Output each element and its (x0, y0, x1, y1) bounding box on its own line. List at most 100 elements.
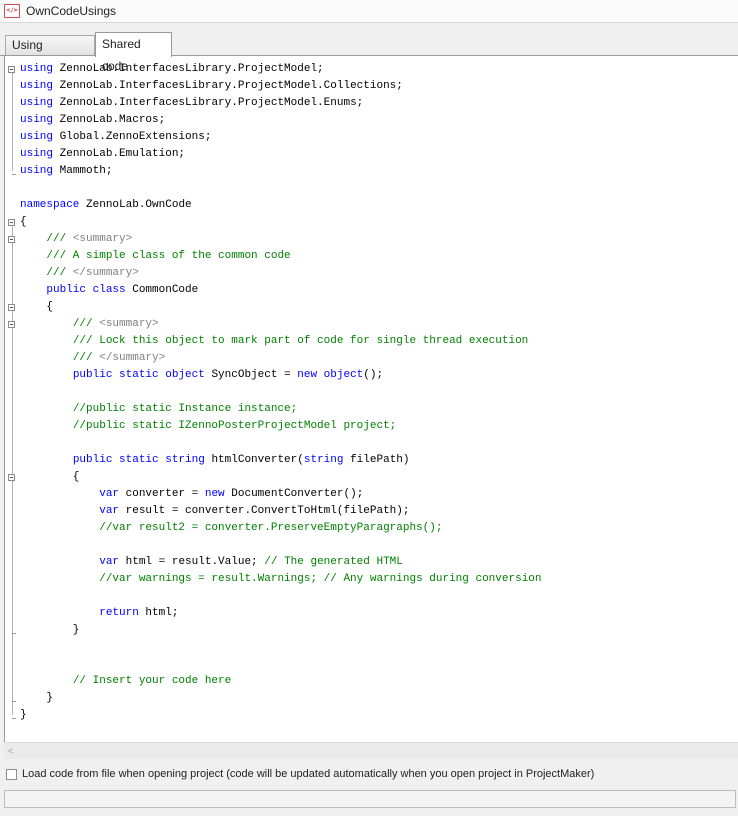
code-token: </summary> (72, 267, 139, 279)
fold-collapse-icon[interactable] (8, 236, 15, 243)
code-token: (); (363, 369, 384, 381)
code-line-text: } (20, 622, 80, 639)
code-line-text: using Global.ZennoExtensions; (20, 129, 211, 146)
code-line[interactable]: /// <summary> (5, 231, 738, 248)
load-from-file-option[interactable]: Load code from file when opening project… (6, 766, 594, 782)
code-line[interactable]: //public static Instance instance; (5, 401, 738, 418)
code-line[interactable]: namespace ZennoLab.OwnCode (5, 197, 738, 214)
code-line[interactable]: /// A simple class of the common code (5, 248, 738, 265)
code-line[interactable]: var converter = new DocumentConverter(); (5, 486, 738, 503)
code-token: public static object (72, 369, 205, 381)
code-token: ZennoLab.InterfacesLibrary.ProjectModel.… (53, 97, 364, 109)
code-token: } (20, 624, 80, 636)
code-token: result = converter.ConvertToHtml(filePat… (119, 505, 410, 517)
fold-collapse-icon[interactable] (8, 304, 15, 311)
code-token: /// (72, 318, 100, 330)
code-line[interactable] (5, 656, 738, 673)
code-line-text: //var warnings = result.Warnings; // Any… (20, 571, 541, 588)
code-line[interactable]: /// Lock this object to mark part of cod… (5, 333, 738, 350)
code-token: Global.ZennoExtensions; (53, 131, 212, 143)
code-line[interactable]: /// </summary> (5, 350, 738, 367)
code-token: using (20, 148, 54, 160)
code-line[interactable]: //var warnings = result.Warnings; // Any… (5, 571, 738, 588)
tab-using-directives[interactable]: Using directives (5, 35, 95, 71)
code-line[interactable]: using ZennoLab.Emulation; (5, 146, 738, 163)
code-line[interactable]: using Global.ZennoExtensions; (5, 129, 738, 146)
fold-collapse-icon[interactable] (8, 219, 15, 226)
fold-collapse-icon[interactable] (8, 474, 15, 481)
code-line[interactable]: return html; (5, 605, 738, 622)
code-token: { (20, 301, 54, 313)
code-line-text: return html; (20, 605, 178, 622)
fold-guide-line (12, 73, 13, 171)
code-token: html = result.Value; (119, 556, 265, 568)
code-line[interactable] (5, 384, 738, 401)
code-line[interactable]: { (5, 299, 738, 316)
code-token: /// (46, 233, 73, 245)
code-line-text: var html = result.Value; // The generate… (20, 554, 403, 571)
code-line[interactable]: var html = result.Value; // The generate… (5, 554, 738, 571)
code-line[interactable]: public static string htmlConverter(strin… (5, 452, 738, 469)
code-token: <summary> (72, 233, 133, 245)
code-editor[interactable]: using ZennoLab.InterfacesLibrary.Project… (4, 56, 738, 742)
code-line-text: /// <summary> (20, 231, 132, 248)
code-line[interactable]: using ZennoLab.Macros; (5, 112, 738, 129)
code-token: using (20, 63, 54, 75)
fold-collapse-icon[interactable] (8, 66, 15, 73)
code-token: /// (46, 267, 73, 279)
code-token: ZennoLab.InterfacesLibrary.ProjectModel.… (53, 80, 403, 92)
code-token: return (99, 607, 139, 619)
code-line[interactable] (5, 588, 738, 605)
code-line[interactable]: /// <summary> (5, 316, 738, 333)
code-line-text: /// Lock this object to mark part of cod… (20, 333, 528, 350)
code-line[interactable]: using ZennoLab.InterfacesLibrary.Project… (5, 78, 738, 95)
code-token: } (20, 709, 27, 721)
horizontal-scrollbar[interactable]: < (4, 742, 738, 759)
code-token: /// Lock this object to mark part of cod… (72, 335, 529, 347)
code-line[interactable]: public static object SyncObject = new ob… (5, 367, 738, 384)
code-line[interactable]: //var result2 = converter.PreserveEmptyP… (5, 520, 738, 537)
code-line[interactable] (5, 639, 738, 656)
code-line[interactable]: { (5, 214, 738, 231)
code-token: ZennoLab.Macros; (53, 114, 166, 126)
code-line[interactable] (5, 537, 738, 554)
code-line[interactable]: // Insert your code here (5, 673, 738, 690)
tab-shared-code[interactable]: Shared code (95, 32, 172, 73)
code-line[interactable]: using ZennoLab.InterfacesLibrary.Project… (5, 95, 738, 112)
code-line-text: var converter = new DocumentConverter(); (20, 486, 363, 503)
code-token: { (20, 471, 80, 483)
tab-strip: Using directives Shared code (0, 31, 738, 73)
code-line[interactable]: } (5, 622, 738, 639)
code-token: using (20, 114, 54, 126)
code-line-text: { (20, 469, 80, 486)
code-line[interactable] (5, 180, 738, 197)
code-line[interactable] (5, 435, 738, 452)
fold-collapse-icon[interactable] (8, 321, 15, 328)
code-token: public class (46, 284, 126, 296)
code-line[interactable]: using Mammoth; (5, 163, 738, 180)
code-token: ZennoLab.InterfacesLibrary.ProjectModel; (53, 63, 324, 75)
code-token: //public static IZennoPosterProjectModel… (72, 420, 397, 432)
code-line[interactable]: var result = converter.ConvertToHtml(fil… (5, 503, 738, 520)
code-token: using (20, 165, 54, 177)
code-line[interactable]: /// </summary> (5, 265, 738, 282)
code-line-text: //public static Instance instance; (20, 401, 297, 418)
code-line[interactable]: } (5, 690, 738, 707)
code-line[interactable]: } (5, 707, 738, 724)
code-token: } (20, 692, 54, 704)
code-line[interactable]: public class CommonCode (5, 282, 738, 299)
code-line[interactable]: { (5, 469, 738, 486)
code-line-text: using ZennoLab.InterfacesLibrary.Project… (20, 95, 363, 112)
code-line[interactable]: //public static IZennoPosterProjectModel… (5, 418, 738, 435)
code-line-text: // Insert your code here (20, 673, 231, 690)
load-from-file-checkbox[interactable] (6, 768, 17, 780)
code-token: /// A simple class of the common code (46, 250, 291, 262)
scroll-left-arrow-icon[interactable]: < (8, 746, 13, 756)
